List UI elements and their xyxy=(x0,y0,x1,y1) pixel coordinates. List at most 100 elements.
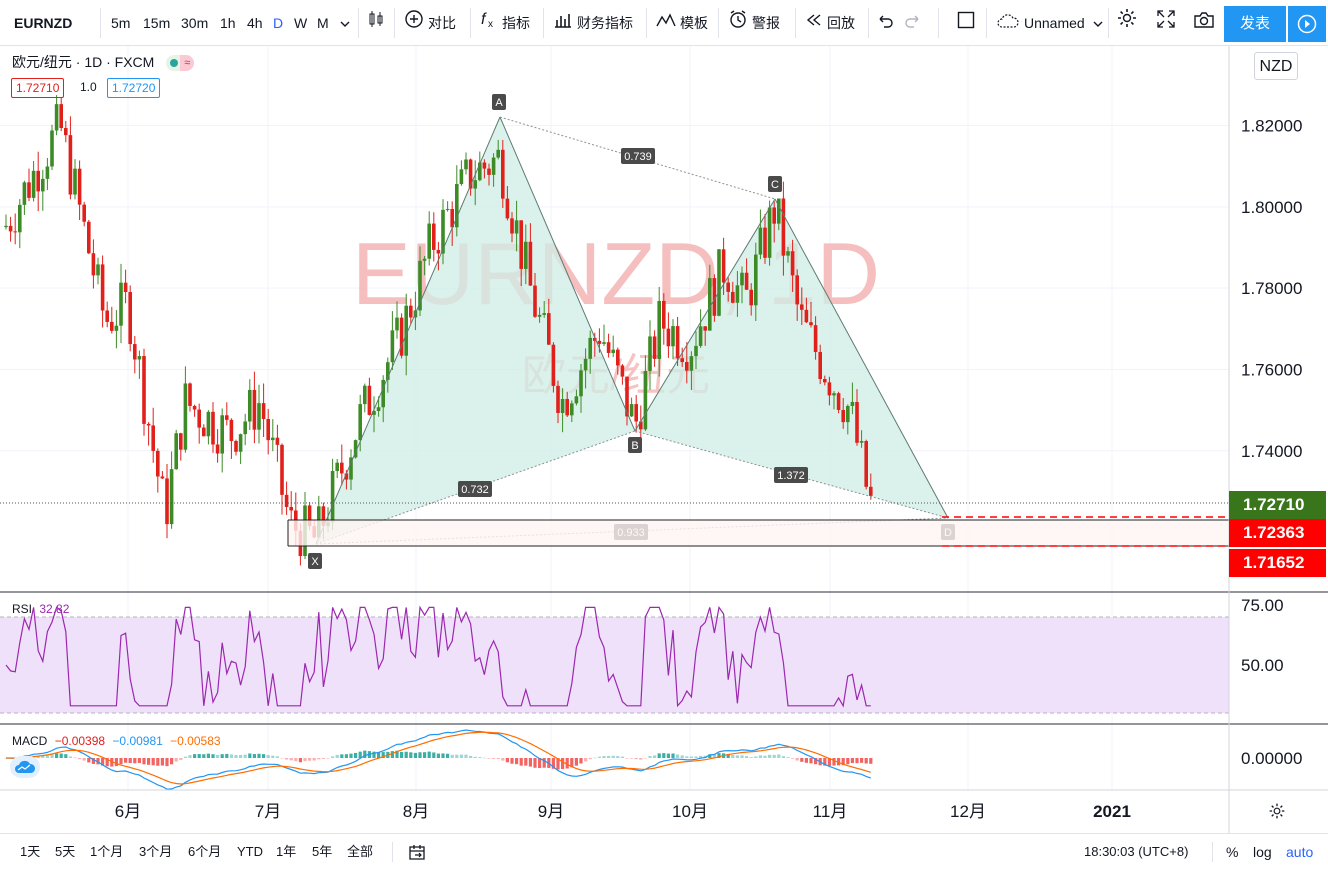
time-tick-label: 12月 xyxy=(950,802,986,821)
layout-menu-button[interactable]: Unnamed xyxy=(996,0,1107,46)
toolbar-divider xyxy=(543,8,544,38)
candle-body xyxy=(823,378,827,383)
macd-histogram-bar xyxy=(294,758,298,762)
alert-label: 警报 xyxy=(752,15,780,31)
candle-body xyxy=(133,344,137,360)
macd-histogram-bar xyxy=(450,754,454,758)
candle-body xyxy=(206,411,211,437)
indicators-label: 指标 xyxy=(502,15,530,31)
range-6m[interactable]: 6个月 xyxy=(188,834,221,870)
macd-histogram-bar xyxy=(768,754,772,758)
rsi-legend: RSI 32.82 xyxy=(12,602,69,616)
currency-button[interactable]: NZD xyxy=(1254,52,1298,80)
interval-d[interactable]: D xyxy=(273,0,283,46)
percent-scale-toggle[interactable]: % xyxy=(1226,834,1238,870)
macd-histogram-bar xyxy=(179,758,183,760)
candle-body xyxy=(606,342,611,353)
interval-1h[interactable]: 1h xyxy=(220,0,236,46)
goto-date-button[interactable] xyxy=(408,834,426,870)
candle-body xyxy=(643,370,648,430)
macd-histogram-bar xyxy=(505,758,509,763)
symbol-search-button[interactable]: EURNZD xyxy=(14,0,72,46)
macd-histogram-bar xyxy=(427,751,431,758)
range-5y[interactable]: 5年 xyxy=(312,834,332,870)
macd-histogram-bar xyxy=(165,758,169,767)
macd-histogram-bar xyxy=(777,754,781,758)
candle-body xyxy=(445,209,450,211)
range-ytd[interactable]: YTD xyxy=(237,834,263,870)
market-status-badge[interactable]: ≈ xyxy=(166,55,195,72)
ask-price-box[interactable]: 1.72720 xyxy=(107,78,161,98)
log-scale-toggle[interactable]: log xyxy=(1253,834,1272,870)
toolbar-divider xyxy=(1108,8,1109,38)
candles-icon xyxy=(367,1,385,47)
candle-body xyxy=(510,218,514,234)
macd-histogram-bar xyxy=(662,753,666,758)
interval-w[interactable]: W xyxy=(294,0,307,46)
toolbar-divider xyxy=(868,8,869,38)
undo-button[interactable] xyxy=(876,0,898,46)
chart-type-button[interactable] xyxy=(367,0,389,46)
replay-button[interactable]: 回放 xyxy=(805,0,855,46)
range-1d[interactable]: 1天 xyxy=(20,834,40,870)
fullscreen-button[interactable] xyxy=(1156,0,1180,46)
time-axis-settings-button[interactable] xyxy=(1268,802,1286,825)
settings-button[interactable] xyxy=(1116,0,1142,46)
publish-options-button[interactable] xyxy=(1288,6,1326,42)
macd-histogram-bar xyxy=(634,758,638,760)
candle-body xyxy=(763,227,767,258)
time-tick-label: 6月 xyxy=(115,802,141,821)
range-1y[interactable]: 1年 xyxy=(276,834,296,870)
interval-4h[interactable]: 4h xyxy=(247,0,263,46)
financials-button[interactable]: 财务指标 xyxy=(553,0,633,46)
candle-body xyxy=(855,401,859,443)
interval-dropdown-button[interactable] xyxy=(340,0,354,46)
compare-button[interactable]: 对比 xyxy=(404,0,456,46)
alert-button[interactable]: 警报 xyxy=(728,0,780,46)
redo-button[interactable] xyxy=(904,0,926,46)
candle-body xyxy=(735,285,740,303)
publish-button[interactable]: 发表 xyxy=(1224,6,1286,42)
macd-histogram-bar xyxy=(625,758,629,759)
pattern-point-a: A xyxy=(495,97,503,109)
candle-body xyxy=(652,336,657,359)
macd-histogram-bar xyxy=(501,758,505,761)
interval-5m[interactable]: 5m xyxy=(111,0,130,46)
clock-timezone[interactable]: 18:30:03 (UTC+8) xyxy=(1084,834,1188,870)
macd-histogram-bar xyxy=(436,753,440,758)
range-all[interactable]: 全部 xyxy=(347,834,373,870)
snapshot-button[interactable] xyxy=(1193,0,1219,46)
range-1m[interactable]: 1个月 xyxy=(90,834,123,870)
toolbar-divider xyxy=(718,8,719,38)
fullscreen-select-button[interactable] xyxy=(957,0,979,46)
macd-histogram-bar xyxy=(78,758,82,760)
interval-30m[interactable]: 30m xyxy=(181,0,208,46)
candle-body xyxy=(657,300,661,359)
indicators-button[interactable]: f x 指标 xyxy=(480,0,530,46)
bid-price-box[interactable]: 1.72710 xyxy=(11,78,65,98)
candle-body xyxy=(496,149,500,158)
range-3m[interactable]: 3个月 xyxy=(139,834,172,870)
candle-body xyxy=(758,227,763,255)
macd-histogram-bar xyxy=(648,756,652,758)
templates-button[interactable]: 模板 xyxy=(656,0,708,46)
candle-body xyxy=(859,441,864,443)
interval-15m[interactable]: 15m xyxy=(143,0,170,46)
toolbar-divider xyxy=(986,8,987,38)
candle-body xyxy=(836,393,841,410)
macd-histogram-bar xyxy=(64,754,68,758)
auto-scale-toggle[interactable]: auto xyxy=(1286,834,1313,870)
macd-histogram-bar xyxy=(137,758,141,763)
candle-body xyxy=(491,157,496,175)
range-5d[interactable]: 5天 xyxy=(55,834,75,870)
macd-histogram-bar xyxy=(413,752,417,758)
rsi-label: RSI xyxy=(12,602,33,616)
candle-body xyxy=(556,385,560,413)
candle-body xyxy=(726,282,730,292)
macd-histogram-bar xyxy=(183,756,187,758)
chart-area[interactable]: EURNZD, 1D 欧元/纽元 0.7320.7391.3720.933XAB… xyxy=(0,46,1328,833)
macd-histogram-bar xyxy=(239,754,243,758)
interval-m[interactable]: M xyxy=(317,0,329,46)
candle-body xyxy=(179,433,183,450)
tradingview-logo[interactable] xyxy=(10,756,40,778)
